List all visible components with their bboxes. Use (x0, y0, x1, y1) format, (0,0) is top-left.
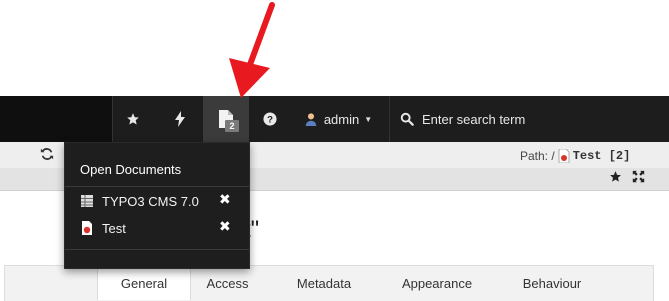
open-document-label: TYPO3 CMS 7.0 (102, 193, 199, 209)
toolbar-left-area (0, 96, 112, 142)
tab-appearance[interactable]: Appearance (390, 266, 484, 300)
page-title[interactable]: Test [2] (573, 149, 631, 163)
question-icon: ? (263, 112, 277, 126)
path-label: Path: / (520, 149, 555, 163)
clear-cache-button[interactable] (160, 96, 200, 142)
refresh-icon[interactable] (40, 147, 54, 164)
breadcrumb: Path: / Test [2] (520, 149, 630, 163)
bookmarks-button[interactable] (113, 96, 153, 142)
tab-metadata[interactable]: Metadata (282, 266, 366, 300)
user-name: admin (323, 111, 360, 127)
docheader-actions (609, 170, 645, 183)
user-avatar-icon (305, 113, 317, 126)
open-documents-count-badge: 2 (225, 120, 239, 132)
svg-text:?: ? (267, 115, 273, 126)
table-icon (81, 195, 93, 207)
search-icon (400, 112, 414, 126)
search-placeholder: Enter search term (422, 111, 526, 127)
help-button[interactable]: ? (253, 96, 287, 142)
open-documents-button[interactable] (203, 96, 249, 142)
search-field[interactable]: Enter search term (400, 96, 600, 142)
tab-behaviour[interactable]: Behaviour (507, 266, 597, 300)
close-icon[interactable]: ✖ (219, 191, 231, 208)
page-icon (558, 149, 570, 163)
divider (65, 249, 249, 250)
open-document-item[interactable]: TYPO3 CMS 7.0 (80, 191, 240, 211)
open-document-label: Test (102, 220, 126, 236)
star-icon (127, 113, 139, 125)
tab-general[interactable]: General (97, 266, 191, 300)
user-menu[interactable]: admin ▼ (290, 96, 386, 142)
chevron-down-icon: ▼ (364, 114, 373, 124)
close-icon[interactable]: ✖ (219, 218, 231, 235)
open-document-item[interactable]: Test (80, 218, 240, 238)
star-icon[interactable] (609, 170, 622, 183)
dropdown-title: Open Documents (80, 162, 182, 177)
fullscreen-icon[interactable] (632, 170, 645, 183)
tab-access[interactable]: Access (190, 266, 265, 300)
toolbar-divider (389, 96, 390, 142)
divider (65, 186, 249, 187)
page-icon (82, 221, 92, 235)
bolt-icon (175, 111, 185, 127)
